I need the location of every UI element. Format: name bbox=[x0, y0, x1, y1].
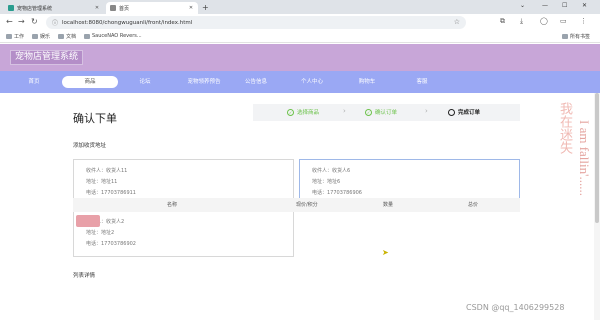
bookmark-star-icon[interactable]: ☆ bbox=[454, 18, 460, 26]
download-icon[interactable]: ⤓ bbox=[520, 17, 523, 26]
forward-icon[interactable]: → bbox=[18, 17, 25, 26]
address-card[interactable]: 收件人：收货人2 地址：地址2 电话：17703786902 bbox=[73, 210, 294, 257]
all-bookmarks[interactable]: 所有书签 bbox=[562, 33, 590, 40]
decorative-side-text-cn: 我在迷失 bbox=[558, 102, 573, 154]
folder-icon bbox=[562, 34, 568, 39]
recipient-text: 收件人：收货人11 bbox=[86, 168, 128, 174]
step-select-product: ✓ 选择商品 bbox=[287, 108, 320, 116]
browser-toolbar: ← → ↻ ⓘ localhost:8080/chongwuguanli/fro… bbox=[0, 14, 600, 31]
bookmark-folder[interactable]: 工作 bbox=[6, 33, 24, 40]
decorative-side-text: I am fallin'...... bbox=[577, 120, 592, 196]
nav-item-support[interactable]: 客服 bbox=[408, 76, 436, 88]
column-header-quantity: 数量 bbox=[383, 202, 394, 208]
maximize-button[interactable]: ☐ bbox=[562, 2, 567, 9]
nav-item-adoption[interactable]: 宠物领养预告 bbox=[176, 76, 232, 88]
sidebar-icon[interactable]: ▭ bbox=[560, 17, 567, 25]
nav-item-forum[interactable]: 论坛 bbox=[128, 76, 162, 88]
menu-icon[interactable]: ⋮ bbox=[580, 17, 587, 25]
phone-text: 电话：17703786902 bbox=[86, 241, 136, 247]
order-table-header: 名称 现价/积分 数量 总价 bbox=[73, 198, 520, 212]
saucenao-icon bbox=[84, 33, 90, 39]
folder-icon bbox=[6, 34, 12, 39]
site-header: 宠物店管理系统 bbox=[0, 44, 600, 71]
nav-item-products[interactable]: 商品 bbox=[62, 76, 118, 88]
column-header-total: 总价 bbox=[468, 202, 479, 208]
url-text: localhost:8080/chongwuguanli/front/index… bbox=[62, 19, 193, 26]
bookmark-folder[interactable]: 娱乐 bbox=[32, 33, 50, 40]
extensions-icon[interactable]: ⧉ bbox=[500, 17, 505, 26]
site-info-icon[interactable]: ⓘ bbox=[52, 18, 58, 27]
close-window-button[interactable]: ✕ bbox=[582, 2, 587, 9]
scrollbar-thumb[interactable] bbox=[595, 93, 599, 223]
nav-item-cart[interactable]: 购物车 bbox=[350, 76, 384, 88]
browser-tab-2[interactable]: 首页 ✕ bbox=[106, 2, 198, 14]
browser-tab-1[interactable]: 宠物店管理系统 ✕ bbox=[4, 2, 104, 14]
page-title: 确认下单 bbox=[73, 112, 117, 125]
check-circle-icon: ✓ bbox=[287, 108, 294, 116]
address-bar[interactable]: ⓘ localhost:8080/chongwuguanli/front/ind… bbox=[46, 16, 466, 29]
check-circle-icon: ✓ bbox=[365, 108, 372, 116]
close-tab-icon[interactable]: ✕ bbox=[188, 5, 194, 11]
browser-tab-strip: 宠物店管理系统 ✕ 首页 ✕ + ⌄ — ☐ ✕ bbox=[0, 0, 600, 14]
bookmark-link[interactable]: SauceNAO Revers... bbox=[84, 33, 142, 39]
back-icon[interactable]: ← bbox=[6, 17, 13, 26]
address-text: 地址：地址2 bbox=[86, 230, 115, 236]
reload-icon[interactable]: ↻ bbox=[31, 17, 38, 26]
circle-icon bbox=[448, 108, 455, 116]
nav-item-home[interactable]: 首页 bbox=[18, 76, 50, 88]
close-tab-icon[interactable]: ✕ bbox=[94, 5, 100, 11]
new-tab-button[interactable]: + bbox=[202, 3, 209, 12]
csdn-watermark: CSDN @qq_1406299528 bbox=[466, 303, 565, 312]
site-favicon-icon bbox=[8, 5, 14, 11]
recipient-text: 收件人：收货人6 bbox=[312, 168, 351, 174]
add-address-label[interactable]: 添加收货地址 bbox=[73, 141, 106, 149]
nav-item-profile[interactable]: 个人中心 bbox=[290, 76, 334, 88]
chevron-right-icon: › bbox=[425, 107, 428, 115]
profile-icon[interactable]: ◯ bbox=[540, 17, 548, 25]
page-favicon-icon bbox=[110, 5, 116, 11]
chevron-right-icon: › bbox=[343, 107, 346, 115]
step-complete-order: 完成订单 bbox=[448, 108, 480, 116]
column-header-price: 现价/积分 bbox=[296, 202, 318, 208]
nav-item-notices[interactable]: 公告信息 bbox=[236, 76, 276, 88]
bookmarks-bar: 工作 娱乐 文档 SauceNAO Revers... 所有书签 bbox=[0, 31, 600, 43]
product-thumbnail bbox=[76, 215, 100, 227]
address-text: 地址：地址11 bbox=[86, 179, 118, 185]
order-steps: ✓ 选择商品 › ✓ 确认订单 › 完成订单 bbox=[253, 104, 520, 121]
folder-icon bbox=[58, 34, 64, 39]
list-details-label: 列表详情 bbox=[73, 273, 96, 279]
tab-title: 宠物店管理系统 bbox=[17, 5, 53, 12]
mouse-cursor-icon: ➤ bbox=[382, 248, 389, 257]
address-text: 地址：地址6 bbox=[312, 179, 341, 185]
minimize-button[interactable]: — bbox=[542, 2, 548, 9]
bookmark-folder[interactable]: 文档 bbox=[58, 33, 76, 40]
site-title: 宠物店管理系统 bbox=[10, 50, 84, 65]
step-confirm-order: ✓ 确认订单 bbox=[365, 108, 398, 116]
recipient-text: 收件人：收货人2 bbox=[86, 219, 125, 225]
column-header-name: 名称 bbox=[167, 202, 178, 208]
folder-icon bbox=[32, 34, 38, 39]
main-nav: 首页 商品 论坛 宠物领养预告 公告信息 个人中心 购物车 客服 bbox=[0, 71, 600, 93]
tab-search-icon[interactable]: ⌄ bbox=[520, 2, 525, 9]
tab-title: 首页 bbox=[119, 5, 130, 12]
